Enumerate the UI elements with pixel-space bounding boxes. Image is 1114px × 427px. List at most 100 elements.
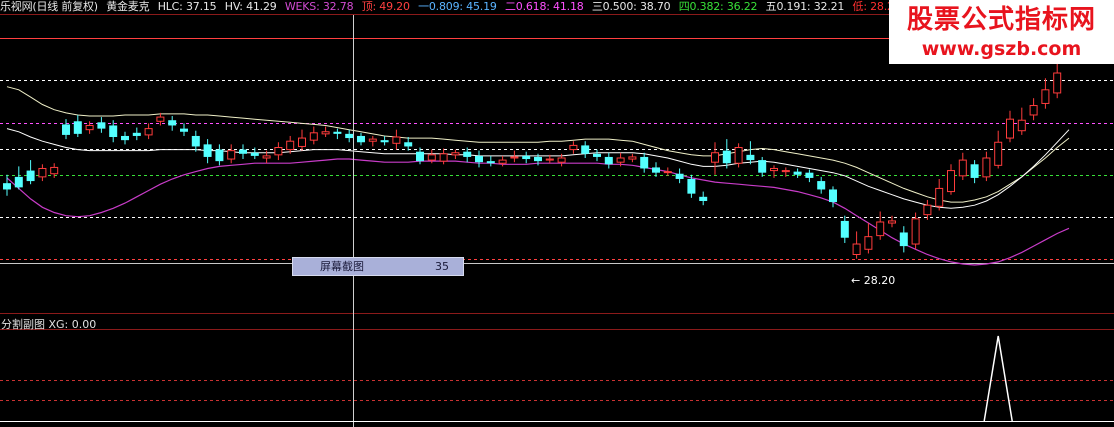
ma-mid-line	[6, 128, 1070, 209]
candle-body-26	[309, 132, 318, 141]
candle-body-36	[427, 154, 436, 161]
candle-body-60	[711, 152, 719, 163]
candle-body-24	[286, 140, 295, 151]
candle-body-39	[463, 151, 472, 157]
candle-body-62	[734, 147, 743, 164]
candle-body-13	[156, 116, 165, 122]
site-watermark: 股票公式指标网 www.gszb.com	[889, 0, 1114, 64]
candle-body-72	[852, 243, 861, 256]
candle-body-18	[215, 149, 224, 162]
candle-body-7	[85, 124, 94, 131]
candle-body-75	[888, 220, 896, 224]
candle-body-6	[73, 121, 82, 134]
candle-body-25	[298, 137, 306, 147]
candle-body-71	[840, 220, 849, 238]
candle-body-46	[545, 158, 554, 161]
candle-body-47	[557, 157, 566, 163]
screenshot-tooltip: 屏幕截图 35	[292, 257, 464, 276]
candle-body-76	[899, 232, 908, 247]
candle-body-49	[581, 145, 590, 154]
candle-body-55	[652, 167, 660, 173]
candle-body-20	[239, 149, 247, 154]
low-price-marker: ← 28.20	[851, 274, 896, 287]
main-panel-header: 乐视网(日线 前复权) 黄金麦克 HLC: 37.15 HV: 41.29 WE…	[0, 0, 899, 14]
candle-body-85	[1006, 118, 1014, 139]
fib-4-value: 四0.382: 36.22	[678, 0, 758, 13]
hv-value: HV: 41.29	[224, 0, 277, 13]
candle-body-58	[687, 178, 696, 194]
candle-body-9	[109, 125, 118, 138]
chart-canvas[interactable]	[0, 0, 1114, 427]
candle-body-77	[911, 218, 920, 245]
candle-body-15	[180, 128, 188, 132]
candle-body-32	[380, 140, 389, 143]
candle-body-86	[1017, 119, 1026, 132]
candle-body-5	[62, 124, 70, 135]
candle-body-11	[132, 132, 141, 136]
candle-body-53	[628, 156, 637, 160]
candle-body-21	[250, 152, 259, 156]
sub-panel-header: 分割副图 XG: 0.00	[1, 318, 96, 332]
candle-body-28	[333, 131, 342, 134]
candle-body-61	[722, 150, 731, 164]
candle-body-31	[368, 138, 377, 142]
candle-body-78	[923, 204, 932, 216]
candle-body-81	[958, 159, 967, 177]
hlc-value: HLC: 37.15	[157, 0, 217, 13]
candle-body-63	[746, 154, 755, 161]
candle-body-50	[593, 153, 601, 157]
weks-value: WEKS: 32.78	[284, 0, 354, 13]
candle-body-68	[805, 172, 814, 178]
fib-1-value: 一0.809: 45.19	[418, 0, 497, 13]
candle-body-84	[994, 141, 1003, 166]
tooltip-label: 屏幕截图	[320, 260, 364, 273]
candle-body-88	[1041, 89, 1050, 104]
candle-body-37	[439, 153, 448, 162]
candle-body-33	[392, 136, 401, 144]
candle-body-0	[3, 183, 11, 190]
xg-value: XG: 0.00	[48, 318, 97, 331]
candle-body-40	[475, 155, 483, 163]
candle-body-54	[640, 156, 649, 169]
fib-3-value: 三0.500: 38.70	[591, 0, 671, 13]
candle-body-83	[982, 157, 991, 178]
candle-body-2	[26, 170, 35, 182]
indicator-name: 黄金麦克	[106, 0, 150, 13]
candle-body-67	[793, 171, 802, 175]
candle-body-44	[522, 155, 531, 160]
top-value: 顶: 49.20	[361, 0, 410, 13]
candle-body-35	[416, 151, 424, 162]
candle-body-12	[144, 128, 153, 136]
low-value: 低: 28.2	[852, 0, 894, 13]
candle-body-57	[675, 173, 684, 179]
candle-body-10	[121, 135, 129, 141]
candle-body-56	[663, 171, 672, 174]
fib-5-value: 五0.191: 32.21	[765, 0, 845, 13]
candle-body-8	[97, 122, 106, 129]
candle-body-42	[498, 159, 507, 164]
candle-body-87	[1029, 105, 1038, 116]
candle-body-59	[699, 196, 708, 202]
chart-window: 乐视网(日线 前复权) 黄金麦克 HLC: 37.15 HV: 41.29 WE…	[0, 0, 1114, 427]
watermark-url: www.gszb.com	[921, 38, 1082, 60]
candle-body-82	[970, 164, 979, 178]
candle-body-3	[38, 167, 47, 178]
candle-body-89	[1053, 72, 1062, 94]
candle-body-51	[604, 156, 613, 165]
candle-body-48	[569, 144, 578, 151]
stock-title: 乐视网(日线 前复权)	[0, 0, 98, 13]
candle-body-27	[321, 131, 330, 135]
candle-body-43	[510, 156, 519, 159]
candle-body-74	[876, 221, 885, 237]
watermark-title: 股票公式指标网	[906, 5, 1096, 35]
fib-2-value: 二0.618: 41.18	[504, 0, 584, 13]
ma-lower-line	[6, 158, 1070, 266]
candle-body-70	[829, 189, 837, 203]
candle-body-29	[345, 133, 354, 139]
candle-body-65	[770, 167, 778, 172]
candle-body-64	[758, 160, 767, 173]
candle-body-34	[404, 142, 413, 147]
candle-body-45	[534, 156, 542, 162]
candle-body-80	[947, 170, 955, 193]
candle-body-17	[203, 144, 212, 157]
